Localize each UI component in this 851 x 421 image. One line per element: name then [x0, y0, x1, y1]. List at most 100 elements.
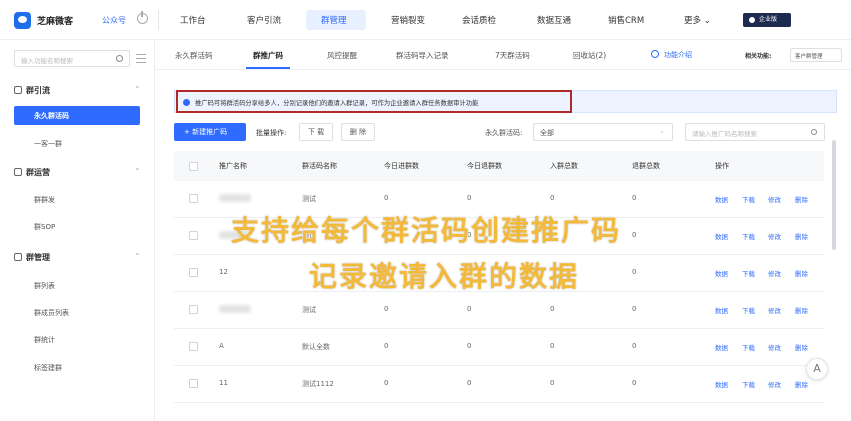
tab-promo-code[interactable]: 群推广码 — [253, 50, 283, 61]
caption-line-2: 记录邀请入群的数据 — [308, 259, 580, 294]
sidebar-item-permanent-code[interactable]: 永久群活码 — [14, 106, 140, 125]
row-checkbox[interactable] — [189, 231, 198, 240]
chevron-up-icon[interactable]: ⌃ — [134, 85, 141, 94]
table-cell: 11 — [219, 379, 228, 387]
column-header: 退群总数 — [632, 162, 660, 170]
column-header: 今日进群数 — [384, 162, 419, 170]
sidebar-item-group-stats[interactable]: 群统计 — [34, 335, 55, 345]
row-action-delete[interactable]: 删除 — [795, 231, 808, 241]
row-action-delete[interactable]: 删除 — [795, 305, 808, 315]
nav-item-workbench[interactable]: 工作台 — [180, 14, 206, 26]
download-button[interactable]: 下 载 — [299, 123, 333, 141]
row-action-delete[interactable]: 删除 — [795, 268, 808, 278]
sidebar-search-placeholder: 输入功能名称搜索 — [21, 57, 73, 65]
sidebar-item-group-broadcast[interactable]: 群群发 — [34, 195, 55, 205]
sidebar-group-management[interactable]: 群管理 — [14, 252, 50, 263]
batch-ops-label: 批量操作: — [256, 129, 287, 137]
tab-risk-alert[interactable]: 风控提醒 — [327, 50, 357, 61]
row-action-edit[interactable]: 修改 — [768, 194, 781, 204]
row-action-download[interactable]: 下载 — [742, 194, 755, 204]
tab-recycle-bin[interactable]: 回收站(2) — [573, 50, 606, 61]
row-action-data[interactable]: 数据 — [715, 231, 728, 241]
row-action-edit[interactable]: 修改 — [768, 342, 781, 352]
tab-permanent-code[interactable]: 永久群活码 — [175, 50, 213, 61]
row-action-data[interactable]: 数据 — [715, 194, 728, 204]
tab-7day-code[interactable]: 7天群活码 — [495, 50, 530, 61]
delete-button[interactable]: 删 除 — [341, 123, 375, 141]
redacted-name — [219, 194, 251, 202]
nav-item-group-management[interactable]: 群管理 — [321, 14, 347, 26]
sidebar-item-group-list[interactable]: 群列表 — [34, 281, 55, 291]
group-icon — [14, 253, 22, 261]
select-all-checkbox[interactable] — [189, 162, 198, 171]
sidebar-item-member-list[interactable]: 群成员列表 — [34, 308, 69, 318]
permanent-code-filter-select[interactable]: 全部 ⌄ — [533, 123, 673, 141]
corp-edition-badge[interactable]: 企业版 — [743, 13, 791, 27]
table-cell: 0 — [384, 379, 389, 387]
table-row: 测试 0 0 0 0 数据 下载 修改 删除 — [174, 292, 824, 329]
row-action-edit[interactable]: 修改 — [768, 379, 781, 389]
new-promo-code-button[interactable]: + 新建推广码 — [174, 123, 246, 141]
table-header: 推广名称 群活码名称 今日进群数 今日退群数 入群总数 退群总数 操作 — [174, 151, 824, 181]
nav-item-session-qa[interactable]: 会话质检 — [462, 14, 496, 26]
table-cell: 0 — [632, 379, 637, 387]
table-cell: 0 — [467, 194, 472, 202]
sidebar-search-input[interactable]: 输入功能名称搜索 — [14, 50, 130, 67]
row-action-download[interactable]: 下载 — [742, 268, 755, 278]
caption-line-1: 支持给每个群活码创建推广码 — [230, 213, 622, 248]
tab-import-records[interactable]: 群活码导入记录 — [396, 50, 449, 61]
help-circle-icon[interactable] — [651, 50, 659, 58]
table-cell: 0 — [467, 379, 472, 387]
row-action-delete[interactable]: 删除 — [795, 379, 808, 389]
related-features-label: 相关功能: — [745, 53, 772, 60]
table-cell: 测试1112 — [302, 380, 334, 388]
nav-item-marketing[interactable]: 营销裂变 — [391, 14, 425, 26]
chevron-up-icon[interactable]: ⌃ — [134, 252, 141, 261]
brand-logo-icon — [14, 12, 31, 29]
row-action-download[interactable]: 下载 — [742, 379, 755, 389]
row-checkbox[interactable] — [189, 194, 198, 203]
table-cell: 0 — [384, 342, 389, 350]
row-checkbox[interactable] — [189, 268, 198, 277]
floating-assistant-button[interactable]: A — [806, 358, 828, 380]
nav-item-more[interactable]: 更多 ⌄ — [684, 14, 711, 26]
table-cell: 0 — [384, 194, 389, 202]
highlight-box — [176, 90, 572, 113]
chevron-up-icon[interactable]: ⌃ — [134, 167, 141, 176]
collapse-menu-icon[interactable] — [136, 54, 146, 63]
row-action-delete[interactable]: 删除 — [795, 342, 808, 352]
sidebar-group-acquisition[interactable]: 群引流 — [14, 85, 50, 96]
row-checkbox[interactable] — [189, 342, 198, 351]
row-checkbox[interactable] — [189, 305, 198, 314]
table-cell: 0 — [550, 194, 555, 202]
sidebar-item-tag-group[interactable]: 标签建群 — [34, 363, 62, 373]
row-action-data[interactable]: 数据 — [715, 379, 728, 389]
row-action-download[interactable]: 下载 — [742, 305, 755, 315]
power-icon[interactable] — [137, 11, 148, 24]
sidebar-group-operation[interactable]: 群运营 — [14, 167, 50, 178]
nav-item-data-sync[interactable]: 数据互通 — [537, 14, 571, 26]
row-action-data[interactable]: 数据 — [715, 268, 728, 278]
table-cell: 0 — [632, 194, 637, 202]
row-action-download[interactable]: 下载 — [742, 342, 755, 352]
row-action-edit[interactable]: 修改 — [768, 231, 781, 241]
vertical-scrollbar[interactable] — [832, 140, 836, 250]
row-action-download[interactable]: 下载 — [742, 231, 755, 241]
row-action-data[interactable]: 数据 — [715, 305, 728, 315]
table-cell: 0 — [550, 342, 555, 350]
row-action-delete[interactable]: 删除 — [795, 194, 808, 204]
sidebar-item-one-customer-one-group[interactable]: 一客一群 — [34, 139, 62, 149]
row-action-data[interactable]: 数据 — [715, 342, 728, 352]
nav-item-customer-acquisition[interactable]: 客户引流 — [247, 14, 281, 26]
row-action-edit[interactable]: 修改 — [768, 305, 781, 315]
nav-item-sales-crm[interactable]: 销售CRM — [608, 14, 644, 26]
row-checkbox[interactable] — [189, 379, 198, 388]
search-icon — [811, 129, 817, 135]
related-features-select[interactable]: 客户群管理 — [790, 48, 842, 62]
feature-intro-link[interactable]: 功能介绍 — [664, 50, 692, 60]
promo-search-input[interactable]: 请输入推广码名称搜索 — [685, 123, 825, 141]
sidebar-item-group-sop[interactable]: 群SOP — [34, 222, 55, 232]
redacted-name — [219, 305, 251, 313]
row-action-edit[interactable]: 修改 — [768, 268, 781, 278]
account-link[interactable]: 公众号 — [102, 15, 126, 26]
